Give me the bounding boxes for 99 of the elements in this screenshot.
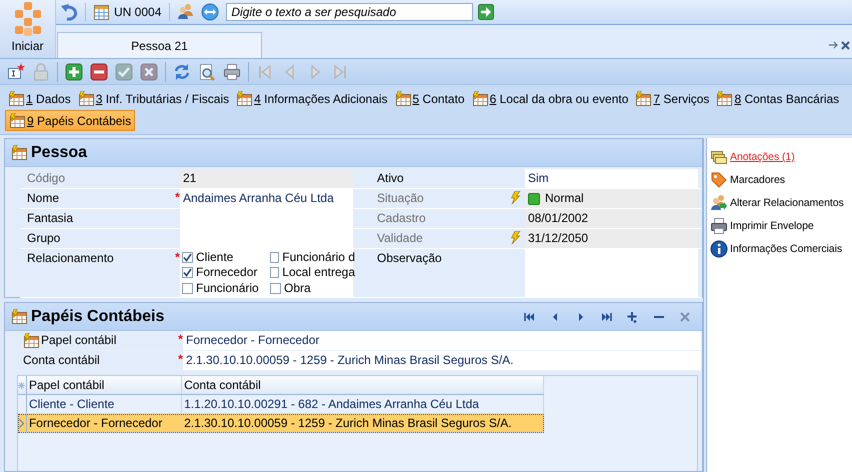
undo-icon[interactable] <box>60 3 78 21</box>
action-link[interactable]: Marcadores <box>730 174 785 186</box>
table-icon <box>9 113 25 128</box>
calendar-icon <box>94 4 109 20</box>
table-cell: 1.1.20.10.10.00291 - 682 - Andaimes Arranha Céu Ltda <box>182 395 544 413</box>
new-record-icon[interactable] <box>7 62 25 80</box>
option-label: Funcionário d <box>282 250 355 265</box>
table-icon <box>236 91 252 106</box>
section-tab[interactable]: 9 Papéis Contábeis <box>5 110 136 131</box>
refresh-icon[interactable] <box>173 62 191 80</box>
field-value: 21 <box>180 169 353 188</box>
table-icon <box>8 91 24 106</box>
field-value[interactable]: Sim <box>525 169 698 188</box>
column-header[interactable]: Papel contábil <box>26 376 182 394</box>
checkbox[interactable] <box>270 252 280 263</box>
field-label: Código <box>26 170 66 187</box>
checkbox[interactable] <box>182 252 193 263</box>
people-icon[interactable] <box>177 3 196 21</box>
action-link[interactable]: Anotações (1) <box>730 151 795 163</box>
checkbox[interactable] <box>270 282 281 294</box>
action-link[interactable]: Informações Comerciais <box>730 243 842 255</box>
checkbox[interactable] <box>182 282 193 294</box>
preview-icon[interactable] <box>198 62 216 80</box>
remove-icon[interactable] <box>90 62 108 80</box>
table-cell: Fornecedor - Fornecedor <box>26 414 182 432</box>
table-cell: 2.1.30.10.10.00059 - 1259 - Zurich Minas Brasil Seguros S/A. <box>182 414 544 432</box>
option-label: Fornecedor <box>196 265 258 280</box>
section-tab[interactable]: 6 Local da obra ou evento <box>468 88 632 109</box>
field-label: Validade <box>376 230 424 247</box>
swap-icon[interactable] <box>201 3 220 21</box>
notes-icon <box>710 148 728 166</box>
field-value: 08/01/2002 <box>525 209 698 228</box>
table-cell: Cliente - Cliente <box>26 395 182 413</box>
field-value: 31/12/2050 <box>525 229 698 248</box>
section-tab[interactable]: 5 Contato <box>392 88 468 109</box>
option-label: Local entrega <box>282 265 355 280</box>
status-icon <box>528 192 540 204</box>
tag-icon <box>710 171 728 189</box>
field-label: Relacionamento <box>26 250 115 267</box>
required-mark: * <box>175 251 180 263</box>
action-link[interactable]: Imprimir Envelope <box>730 220 814 232</box>
field-label: Conta contábil <box>23 353 100 367</box>
field-label: Fantasia <box>26 210 74 227</box>
section-tab[interactable]: 3 Inf. Tributárias / Fiscais <box>74 88 232 109</box>
option-label: Obra <box>284 280 311 296</box>
document-tab[interactable]: Pessoa 21 <box>57 32 262 58</box>
action-link[interactable]: Alterar Relacionamentos <box>730 197 844 209</box>
field-label: Nome <box>26 190 60 207</box>
section-tab[interactable]: 8 Contas Bancárias <box>713 88 842 109</box>
table-icon <box>394 91 411 106</box>
field-label: Grupo <box>26 230 62 247</box>
add-icon[interactable] <box>627 310 639 322</box>
start-button[interactable]: Iniciar <box>0 0 56 58</box>
table-icon <box>11 309 27 324</box>
field-value[interactable]: Andaimes Arranha Céu Ltda <box>180 189 353 208</box>
column-header[interactable]: Conta contábil <box>182 376 544 394</box>
table-icon <box>78 91 94 106</box>
info-icon <box>710 240 728 258</box>
table-icon <box>11 145 27 160</box>
people-icon <box>710 194 728 212</box>
search-field[interactable]: Digite o texto a ser pesquisado <box>226 3 474 21</box>
print-icon[interactable] <box>223 62 241 80</box>
checkbox[interactable] <box>182 267 193 278</box>
close-icon[interactable] <box>841 40 850 50</box>
last-icon[interactable] <box>601 310 613 322</box>
arrow-icon[interactable] <box>829 40 839 50</box>
table-icon[interactable] <box>23 332 39 348</box>
lightning-icon[interactable] <box>509 191 521 204</box>
print-icon <box>710 217 728 235</box>
field-value[interactable]: Fornecedor - Fornecedor <box>183 331 701 350</box>
field-label: Situação <box>376 190 425 207</box>
table-icon <box>716 91 732 106</box>
caret-icon <box>19 418 24 428</box>
section-tab[interactable]: 1 Dados <box>5 88 74 109</box>
field-value[interactable]: 2.1.30.10.10.00059 - 1259 - Zurich Minas Brasil Seguros S/A. <box>183 351 701 370</box>
panel-title: Pessoa <box>31 144 88 162</box>
field-label: Papel contábil <box>41 333 116 347</box>
checkbox[interactable] <box>270 267 280 278</box>
field-label: Ativo <box>376 170 405 187</box>
lightning-icon[interactable] <box>509 231 521 244</box>
table-row[interactable]: Fornecedor - Fornecedor 2.1.30.10.10.00059 - 1259 - Zurich Minas Brasil Seguros S/A. <box>18 414 544 433</box>
field-label: Observação <box>376 250 443 267</box>
add-icon[interactable] <box>65 62 83 80</box>
unit-button[interactable]: UN 0004 <box>92 4 164 20</box>
arrow-right-icon[interactable] <box>478 4 494 20</box>
table-icon <box>472 91 488 106</box>
status-text: Normal <box>545 191 584 206</box>
option-label: Cliente <box>196 250 234 265</box>
memo-field[interactable] <box>525 249 698 297</box>
required-mark: * <box>175 191 180 203</box>
first-icon[interactable] <box>523 310 535 322</box>
table-icon <box>635 91 652 106</box>
option-label: Funcionário <box>196 280 259 296</box>
required-mark: * <box>178 353 183 365</box>
panel-title: Papéis Contábeis <box>31 308 164 326</box>
section-tab[interactable]: 4 Informações Adicionais <box>233 88 391 109</box>
required-mark: * <box>178 333 183 345</box>
section-tab[interactable]: 7 Serviços <box>632 88 712 109</box>
field-label: Cadastro <box>376 210 427 227</box>
